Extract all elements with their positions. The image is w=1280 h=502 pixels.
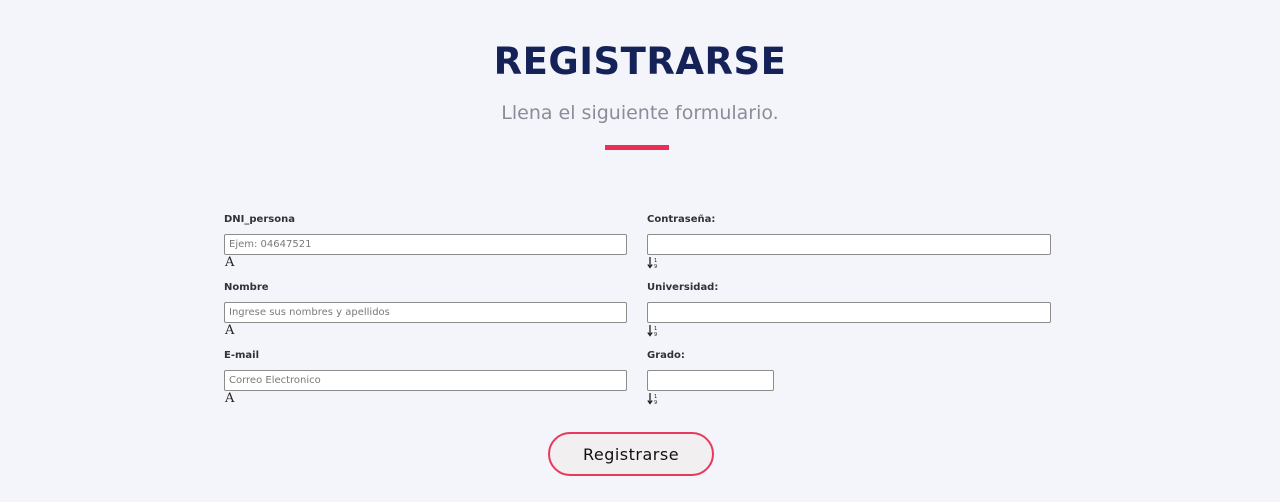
sort-down-icon: 1 9 <box>647 325 657 338</box>
university-label: Universidad: <box>647 282 719 293</box>
degree-label: Grado: <box>647 350 685 361</box>
sort-down-icon: 1 9 <box>647 393 657 406</box>
degree-input[interactable] <box>647 370 774 391</box>
name-input[interactable] <box>224 302 627 323</box>
svg-text:9: 9 <box>654 400 657 406</box>
sort-down-icon: 1 9 <box>647 257 657 270</box>
page-title: REGISTRARSE <box>493 40 787 83</box>
email-input[interactable] <box>224 370 627 391</box>
email-label: E-mail <box>224 350 260 361</box>
register-button[interactable]: Registrarse <box>548 432 714 476</box>
name-label: Nombre <box>224 282 269 293</box>
svg-text:9: 9 <box>654 332 657 338</box>
page-subtitle: Llena el siguiente formulario. <box>501 102 779 124</box>
text-format-icon: A <box>225 323 235 338</box>
dni-label: DNI_persona <box>224 214 295 225</box>
title-divider <box>605 145 669 150</box>
password-input[interactable] <box>647 234 1051 255</box>
dni-input[interactable] <box>224 234 627 255</box>
university-input[interactable] <box>647 302 1051 323</box>
text-format-icon: A <box>225 391 235 406</box>
password-label: Contraseña: <box>647 214 716 225</box>
svg-text:9: 9 <box>654 264 657 270</box>
text-format-icon: A <box>225 255 235 270</box>
